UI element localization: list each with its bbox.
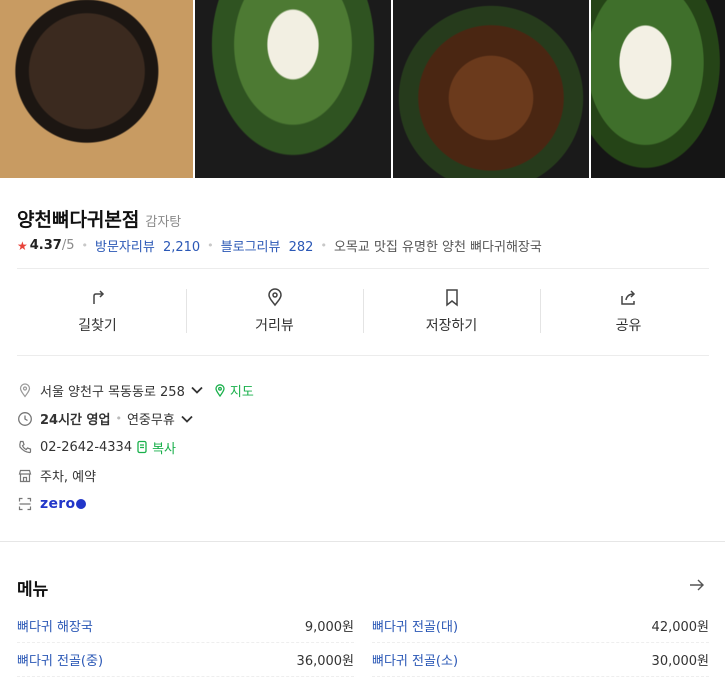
phone-number[interactable]: 02-2642-4334: [40, 440, 132, 455]
menu-item-name: 뼈다귀 전골(대): [372, 620, 459, 635]
place-header: 양천뼈다귀본점 감자탕: [17, 205, 181, 232]
divider: [17, 355, 709, 356]
hours-row: 24시간 영업 • 연중무휴: [17, 405, 709, 434]
share-button[interactable]: 공유: [540, 287, 717, 335]
food-photo[interactable]: [0, 0, 193, 178]
hours-note: 연중무휴: [126, 413, 175, 429]
blog-reviews-label: 블로그리뷰: [220, 240, 281, 255]
location-pin-icon: [19, 383, 31, 398]
menu-item[interactable]: 뼈다귀 전골(소) 30,000원: [372, 643, 709, 677]
address-row: 서울 양천구 목동동로 258 지도: [17, 376, 709, 405]
street-view-label: 거리뷰: [255, 318, 294, 334]
photo-gallery[interactable]: [0, 0, 725, 178]
section-separator: [0, 541, 725, 542]
location-pin-icon: [267, 288, 282, 307]
arrow-right-icon[interactable]: [688, 576, 706, 594]
store-icon: [18, 469, 32, 482]
place-info: 서울 양천구 목동동로 258 지도 24시간 영업 • 연중무휴 02-264…: [17, 376, 709, 519]
directions-label: 길찾기: [78, 318, 117, 334]
copy-icon: [137, 441, 147, 454]
divider: [17, 268, 709, 269]
menu-title: 메뉴: [17, 580, 49, 600]
blog-reviews-link[interactable]: 블로그리뷰 282: [221, 236, 314, 255]
map-link[interactable]: 지도: [230, 381, 254, 400]
phone-row: 02-2642-4334 복사: [17, 433, 709, 462]
food-photo[interactable]: [591, 0, 725, 178]
blog-reviews-count: 282: [288, 240, 314, 255]
menu-item-price: 36,000원: [296, 654, 354, 669]
phone-icon: [19, 441, 32, 454]
menu-item[interactable]: 뼈다귀 해장국 9,000원: [17, 609, 354, 643]
separator-dot: •: [115, 412, 122, 426]
zeropay-logo: zero: [40, 496, 87, 513]
menu-item-price: 42,000원: [651, 620, 709, 635]
rating-max: /5: [61, 238, 75, 253]
hours-text: 24시간 영업: [40, 413, 111, 429]
menu-item-price: 30,000원: [651, 654, 709, 669]
rating-score: 4.37: [29, 238, 62, 253]
rating-row: ★ 4.37 /5 • 방문자리뷰 2,210 • 블로그리뷰 282 • 오목…: [17, 236, 542, 255]
visitor-reviews-count: 2,210: [162, 240, 201, 255]
share-label: 공유: [615, 318, 642, 334]
place-name: 양천뼈다귀본점: [17, 209, 140, 231]
food-photo[interactable]: [393, 0, 589, 178]
save-label: 저장하기: [425, 318, 478, 334]
separator-dot: •: [207, 239, 214, 252]
chevron-down-icon[interactable]: [189, 382, 205, 398]
directions-button[interactable]: 길찾기: [9, 287, 186, 335]
zeropay-dot: [76, 499, 87, 510]
menu-item[interactable]: 뼈다귀 전골(대) 42,000원: [372, 609, 709, 643]
menu-item-name: 뼈다귀 전골(소): [372, 654, 459, 669]
save-button[interactable]: 저장하기: [363, 287, 540, 335]
share-icon: [620, 290, 635, 305]
menu-item-name: 뼈다귀 해장국: [17, 620, 93, 635]
food-photo[interactable]: [195, 0, 391, 178]
copy-button[interactable]: 복사: [152, 438, 176, 457]
separator-dot: •: [320, 239, 327, 252]
action-bar: 길찾기 거리뷰 저장하기 공유: [9, 287, 717, 335]
chevron-down-icon[interactable]: [179, 411, 195, 427]
place-tagline: 오목교 맛집 유명한 양천 뼈다귀해장국: [333, 240, 542, 255]
scan-icon: [18, 498, 32, 511]
menu-item[interactable]: 뼈다귀 전골(중) 36,000원: [17, 643, 354, 677]
amenities-row: 주차, 예약: [17, 462, 709, 491]
place-category: 감자탕: [145, 215, 182, 230]
street-view-button[interactable]: 거리뷰: [186, 287, 363, 335]
separator-dot: •: [81, 239, 89, 252]
visitor-reviews-link[interactable]: 방문자리뷰 2,210: [95, 236, 200, 255]
bookmark-icon: [445, 289, 458, 307]
visitor-reviews-label: 방문자리뷰: [95, 240, 155, 255]
payment-row: zero: [17, 490, 709, 519]
clock-icon: [18, 411, 32, 426]
menu-item-price: 9,000원: [304, 620, 354, 635]
star-icon: ★: [17, 238, 28, 253]
directions-icon: [92, 290, 104, 304]
menu-list: 뼈다귀 해장국 9,000원 뼈다귀 전골(대) 42,000원 뼈다귀 전골(…: [17, 609, 709, 677]
menu-item-name: 뼈다귀 전골(중): [17, 654, 104, 669]
zeropay-label: zero: [40, 496, 76, 513]
address-text: 서울 양천구 목동동로 258: [40, 384, 185, 400]
map-pin-icon: [215, 384, 225, 398]
amenities-text: 주차, 예약: [40, 470, 97, 486]
